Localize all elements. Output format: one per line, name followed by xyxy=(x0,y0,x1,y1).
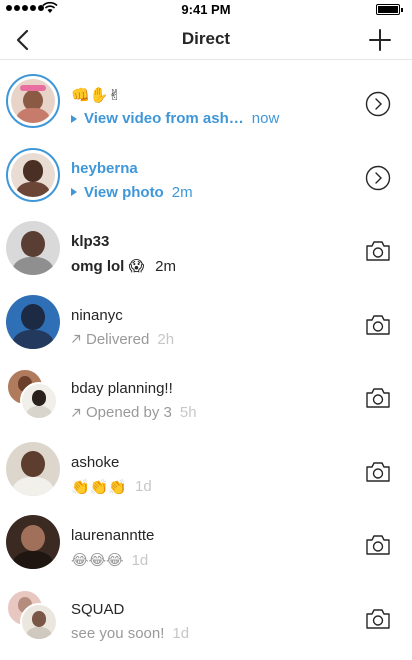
avatar xyxy=(6,294,60,349)
thread-subtitle: omg lol 😱 xyxy=(71,258,145,275)
group-avatar xyxy=(6,588,60,643)
thread-subtitle-line: 👏👏👏 1d xyxy=(71,478,152,496)
play-icon xyxy=(71,114,77,123)
sent-arrow-icon xyxy=(72,408,81,417)
play-icon xyxy=(71,188,77,196)
thread-subtitle-line: Delivered 2h xyxy=(71,331,174,348)
avatar xyxy=(6,147,60,202)
avatar xyxy=(6,515,60,569)
thread-time: 5h xyxy=(179,404,197,421)
thread-row[interactable]: SQUAD see you soon! 1d xyxy=(0,583,412,657)
thread-name: klp33 xyxy=(71,233,110,250)
thread-time: 1d xyxy=(131,551,149,569)
battery-icon xyxy=(376,4,403,15)
thread-row[interactable]: ashoke 👏👏👏 1d xyxy=(0,436,412,510)
avatar xyxy=(6,74,60,128)
status-bar: 9:41 PM xyxy=(0,0,412,20)
open-thread-button[interactable] xyxy=(364,164,392,192)
back-button[interactable] xyxy=(8,26,36,54)
thread-name: heyberna xyxy=(71,159,138,177)
camera-button[interactable] xyxy=(364,237,392,265)
thread-subtitle-line: View video from ash… now xyxy=(71,110,279,127)
camera-icon xyxy=(366,314,390,335)
chevron-right-icon xyxy=(365,91,391,117)
thread-subtitle: Opened by 3 xyxy=(86,404,172,421)
avatar xyxy=(6,221,60,275)
page-title: Direct xyxy=(181,29,231,48)
thread-row[interactable]: 👊✋✌ View video from ash… now xyxy=(0,68,412,142)
camera-button[interactable] xyxy=(364,311,392,339)
thread-subtitle: View video from ash… xyxy=(84,110,244,127)
camera-icon xyxy=(366,535,390,555)
thread-subtitle: View photo xyxy=(84,183,164,201)
thread-row[interactable]: ninanyc Delivered 2h xyxy=(0,289,412,363)
plus-icon xyxy=(369,29,391,51)
thread-time: 1d xyxy=(172,624,190,642)
camera-icon xyxy=(366,608,390,629)
avatar xyxy=(6,441,60,496)
sent-arrow-icon xyxy=(72,334,81,343)
thread-subtitle-line: omg lol 😱 2m xyxy=(71,257,176,276)
thread-time: 2m xyxy=(155,257,176,275)
camera-button[interactable] xyxy=(364,384,392,412)
thread-name: ashoke xyxy=(71,453,120,471)
thread-subtitle-line: View photo 2m xyxy=(71,184,193,201)
chevron-right-icon xyxy=(365,165,391,190)
new-message-button[interactable] xyxy=(366,26,394,54)
thread-time: 2h xyxy=(157,330,175,348)
thread-name: ninanyc xyxy=(71,306,123,324)
camera-icon xyxy=(366,461,390,482)
thread-subtitle: 👏👏👏 xyxy=(71,478,128,496)
thread-name: 👊✋✌ xyxy=(71,87,121,104)
thread-subtitle: 😂😂😂 xyxy=(71,552,124,569)
open-thread-button[interactable] xyxy=(364,90,392,118)
camera-button[interactable] xyxy=(364,605,392,633)
thread-list: 👊✋✌ View video from ash… now heyberna Vi… xyxy=(0,68,412,656)
thread-row[interactable]: klp33 omg lol 😱 2m xyxy=(0,215,412,289)
thread-time: now xyxy=(251,110,280,127)
thread-row[interactable]: heyberna View photo 2m xyxy=(0,142,412,216)
thread-row[interactable]: laurenanntte 😂😂😂 1d xyxy=(0,509,412,583)
thread-time: 2m xyxy=(171,183,193,201)
thread-subtitle-line: see you soon! 1d xyxy=(71,625,189,642)
group-avatar xyxy=(6,368,60,422)
thread-subtitle-line: 😂😂😂 1d xyxy=(71,551,149,570)
chevron-left-icon xyxy=(16,29,29,51)
thread-name: laurenanntte xyxy=(71,527,155,544)
thread-subtitle: Delivered xyxy=(86,330,150,348)
camera-icon xyxy=(366,388,390,408)
camera-icon xyxy=(366,241,390,261)
thread-subtitle-line: Opened by 3 5h xyxy=(71,404,197,421)
nav-bar: Direct xyxy=(0,20,412,60)
thread-name: bday planning!! xyxy=(71,380,173,397)
thread-row[interactable]: bday planning!! Opened by 3 5h xyxy=(0,362,412,436)
thread-time: 1d xyxy=(135,478,152,495)
camera-button[interactable] xyxy=(364,458,392,486)
status-time: 9:41 PM xyxy=(181,2,231,17)
thread-subtitle: see you soon! xyxy=(71,624,165,642)
thread-name: SQUAD xyxy=(71,600,125,618)
camera-button[interactable] xyxy=(364,531,392,559)
